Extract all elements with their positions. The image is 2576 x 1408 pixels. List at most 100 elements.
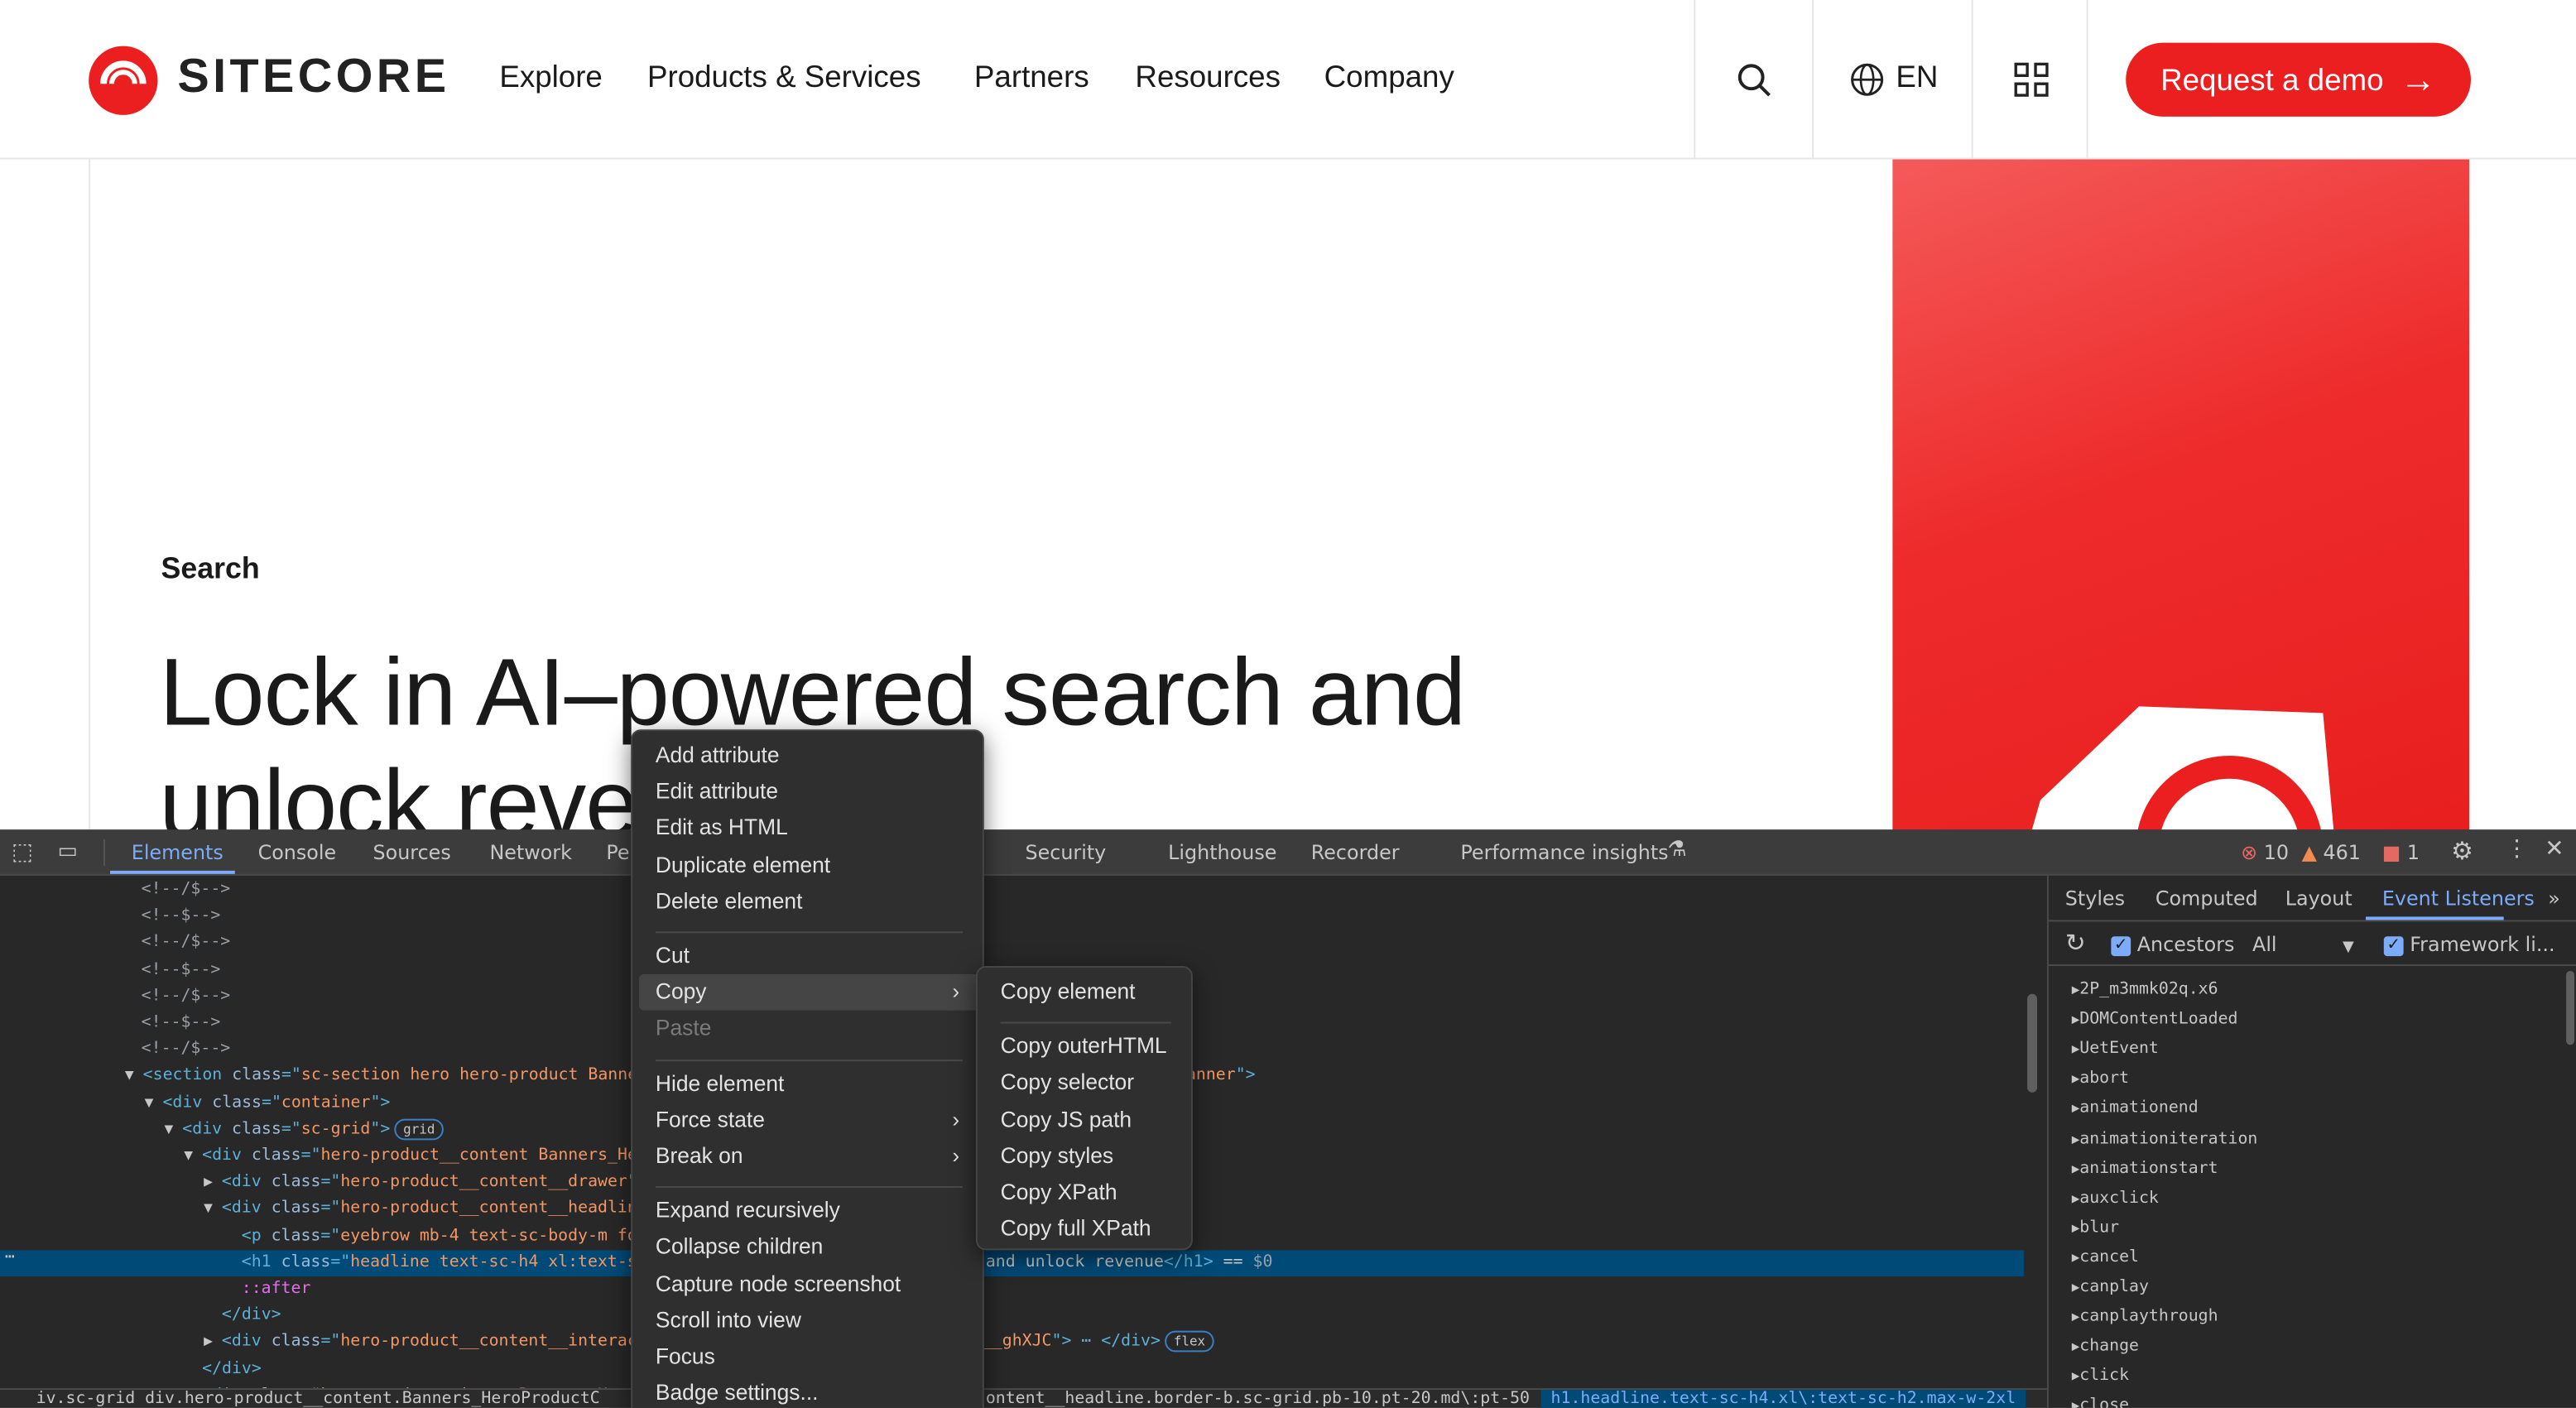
tab-recorder[interactable]: Recorder — [1311, 841, 1400, 864]
search-icon[interactable] — [1737, 62, 1773, 99]
expand-toggle-icon[interactable]: ▶ — [204, 1329, 213, 1356]
menu-item-copy[interactable]: Copy — [656, 979, 707, 1004]
brand-name[interactable]: SITECORE — [177, 51, 449, 105]
event-listener-item[interactable]: ▶abort — [2072, 1070, 2129, 1088]
menu-item-duplicate-element[interactable]: Duplicate element — [656, 852, 830, 877]
dom-node[interactable]: ▶ <div class="hero-product__content__draw… — [204, 1170, 657, 1196]
dom-node[interactable]: <!--$--> — [142, 1011, 221, 1037]
nav-company[interactable]: Company — [1324, 59, 1454, 95]
menu-item-add-attribute[interactable]: Add attribute — [656, 742, 780, 767]
menu-item-copy-element[interactable]: Copy element — [1001, 979, 1136, 1004]
dom-node[interactable]: </div> — [222, 1303, 281, 1329]
menu-item-delete-element[interactable]: Delete element — [656, 888, 803, 913]
more-options-icon[interactable]: ⋮ — [2506, 836, 2529, 863]
dom-node[interactable]: <!--/$--> — [142, 877, 231, 904]
tab-styles[interactable]: Styles — [2065, 887, 2125, 911]
menu-item-edit-attribute[interactable]: Edit attribute — [656, 779, 778, 804]
dom-node[interactable]: <!--$--> — [142, 904, 221, 930]
menu-item-focus[interactable]: Focus — [656, 1343, 715, 1368]
nav-resources[interactable]: Resources — [1135, 59, 1281, 95]
expand-toggle-icon[interactable]: ▶ — [204, 1170, 213, 1196]
dom-node[interactable]: ▼ <section class="sc-section hero hero-pr… — [125, 1064, 677, 1090]
tab-layout[interactable]: Layout — [2285, 887, 2353, 911]
request-demo-button[interactable]: Request a demo → — [2126, 42, 2471, 117]
menu-item-capture-node-screenshot[interactable]: Capture node screenshot — [656, 1271, 901, 1295]
apps-grid-icon[interactable] — [2014, 62, 2049, 97]
language-selector[interactable]: EN — [1896, 59, 1938, 95]
node-actions-ellipsis[interactable]: ⋯ — [5, 1248, 15, 1266]
dom-node[interactable]: ▼ <div class="hero-product__content Banne… — [184, 1143, 666, 1170]
tab-network[interactable]: Network — [489, 841, 571, 864]
menu-item-cut[interactable]: Cut — [656, 943, 690, 968]
menu-item-badge-settings-[interactable]: Badge settings... — [656, 1381, 819, 1406]
event-listener-item[interactable]: ▶canplaythrough — [2072, 1308, 2218, 1326]
event-listener-item[interactable]: ▶blur — [2072, 1218, 2119, 1237]
menu-item-copy-js-path[interactable]: Copy JS path — [1001, 1107, 1132, 1132]
dom-node[interactable]: ▶ <div class="hero-product__content__inte… — [204, 1329, 667, 1356]
menu-item-hide-element[interactable]: Hide element — [656, 1070, 785, 1095]
settings-gear-icon[interactable]: ⚙ — [2451, 836, 2473, 866]
issues-count[interactable]: ■ 1 — [2382, 841, 2420, 864]
menu-item-force-state[interactable]: Force state — [656, 1107, 765, 1132]
breadcrumb-item-selected[interactable]: h1.headline.text-sc-h4.xl\:text-sc-h2.ma… — [1540, 1390, 2026, 1408]
event-listener-item[interactable]: ▶canplay — [2072, 1278, 2149, 1296]
event-listener-item[interactable]: ▶animationiteration — [2072, 1129, 2258, 1147]
event-listener-item[interactable]: ▶animationend — [2072, 1100, 2199, 1118]
expand-toggle-icon[interactable]: ▼ — [184, 1143, 193, 1170]
tab-performance-insights[interactable]: Performance insights — [1460, 841, 1668, 864]
breadcrumb-item[interactable]: iv.sc-grid div.hero-product__content.Ban… — [36, 1390, 600, 1408]
dom-node[interactable]: <!--/$--> — [142, 1037, 231, 1064]
expand-toggle-icon[interactable]: ▼ — [125, 1064, 134, 1090]
menu-item-collapse-children[interactable]: Collapse children — [656, 1234, 823, 1259]
event-listener-item[interactable]: ▶2P_m3mmk02q.x6 — [2072, 981, 2218, 999]
inspect-element-icon[interactable]: ⬚ — [12, 839, 33, 866]
dom-node[interactable]: ▼ <div class="container"> — [145, 1090, 391, 1117]
menu-item-break-on[interactable]: Break on — [656, 1143, 743, 1168]
event-listener-item[interactable]: ▶animationstart — [2072, 1159, 2218, 1177]
menu-item-copy-xpath[interactable]: Copy XPath — [1001, 1180, 1117, 1204]
tab-security[interactable]: Security — [1025, 841, 1106, 864]
menu-item-copy-styles[interactable]: Copy styles — [1001, 1143, 1113, 1168]
nav-products-services[interactable]: Products & Services — [647, 59, 921, 95]
dom-node[interactable]: <h1 class="headline text-sc-h4 xl:text-s… — [242, 1250, 667, 1276]
ancestors-checkbox[interactable]: ✓ Ancestors — [2111, 933, 2234, 956]
event-listener-item[interactable]: ▶DOMContentLoaded — [2072, 1011, 2238, 1029]
dom-node[interactable]: <!--$--> — [142, 957, 221, 983]
device-toolbar-icon[interactable]: ▭ — [57, 839, 77, 864]
refresh-icon[interactable]: ↻ — [2065, 928, 2086, 958]
expand-toggle-icon[interactable]: ▼ — [164, 1117, 173, 1143]
error-count[interactable]: ⊗ 10 — [2241, 841, 2289, 864]
event-listener-item[interactable]: ▶UetEvent — [2072, 1040, 2159, 1059]
nav-explore[interactable]: Explore — [499, 59, 603, 95]
grid-badge[interactable]: grid — [395, 1118, 444, 1140]
expand-toggle-icon[interactable]: ▼ — [204, 1197, 213, 1223]
tab-lighthouse[interactable]: Lighthouse — [1168, 841, 1276, 864]
dom-node[interactable]: <p class="eyebrow mb-4 text-sc-body-m fo… — [242, 1223, 667, 1250]
dom-node[interactable]: <!--/$--> — [142, 983, 231, 1010]
close-devtools-icon[interactable]: ✕ — [2545, 836, 2564, 863]
tab-computed[interactable]: Computed — [2155, 887, 2258, 911]
event-listener-item[interactable]: ▶cancel — [2072, 1248, 2139, 1266]
menu-item-scroll-into-view[interactable]: Scroll into view — [656, 1307, 801, 1332]
event-listener-item[interactable]: ▶close — [2072, 1397, 2129, 1408]
menu-item-expand-recursively[interactable]: Expand recursively — [656, 1198, 840, 1223]
dom-node[interactable]: ▼ <div class="hero-product__content__head… — [204, 1197, 667, 1223]
framework-listeners-checkbox[interactable]: ✓ Framework li... — [2383, 933, 2555, 956]
menu-item-copy-full-xpath[interactable]: Copy full XPath — [1001, 1216, 1151, 1241]
listener-filter-select[interactable]: All ▼ — [2252, 933, 2354, 956]
dom-node[interactable]: <!--/$--> — [142, 930, 231, 957]
tab-console[interactable]: Console — [258, 841, 337, 864]
tab-sources[interactable]: Sources — [373, 841, 451, 864]
tab-pe[interactable]: Pe — [606, 841, 629, 864]
sidebar-scrollbar[interactable] — [2566, 970, 2575, 1045]
dom-node[interactable]: </div> — [202, 1357, 262, 1383]
event-listener-item[interactable]: ▶change — [2072, 1338, 2139, 1356]
expand-toggle-icon[interactable]: ▼ — [145, 1090, 154, 1117]
flex-badge[interactable]: flex — [1165, 1331, 1214, 1353]
event-listener-item[interactable]: ▶auxclick — [2072, 1189, 2159, 1207]
nav-partners[interactable]: Partners — [974, 59, 1089, 95]
more-tabs-icon[interactable]: » — [2548, 887, 2560, 911]
tab-elements[interactable]: Elements — [132, 841, 223, 864]
globe-icon[interactable] — [1850, 62, 1885, 97]
tab-event-listeners[interactable]: Event Listeners — [2382, 887, 2535, 911]
